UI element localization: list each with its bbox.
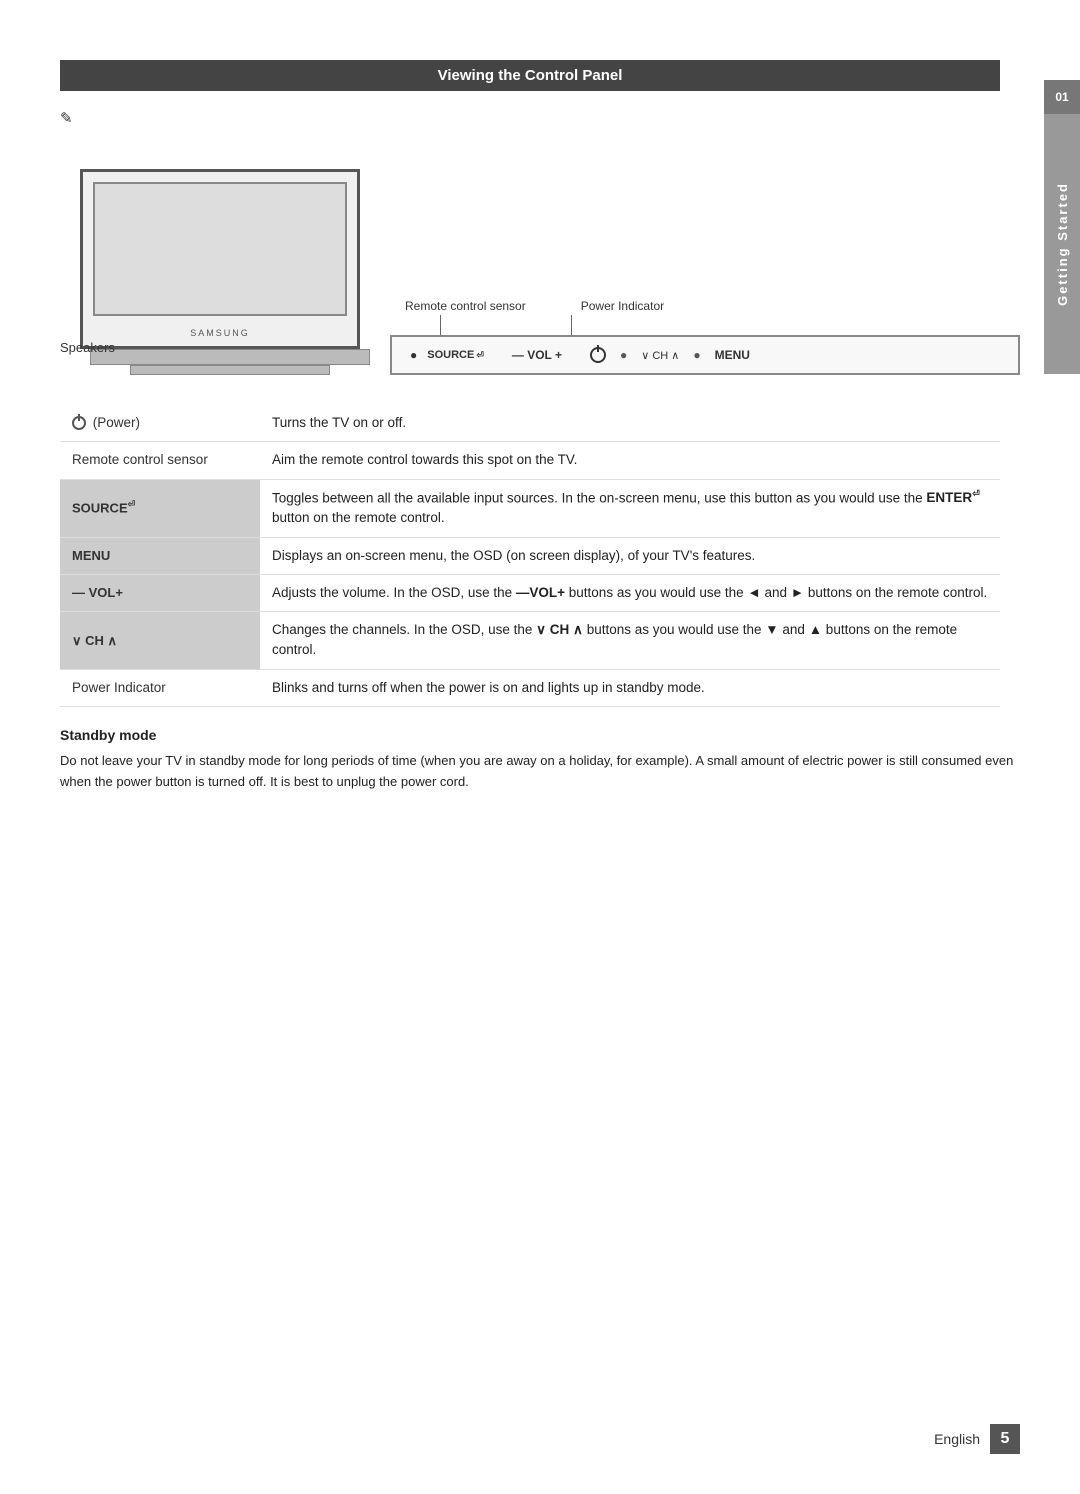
feature-name-vol: — VOL+ xyxy=(60,574,260,611)
tv-outer: SAMSUNG xyxy=(80,169,360,349)
table-row: MENU Displays an on-screen menu, the OSD… xyxy=(60,537,1000,574)
tv-brand: SAMSUNG xyxy=(190,328,250,338)
feature-name-ch: ∨ CH ∧ xyxy=(60,612,260,670)
power-button-icon xyxy=(590,347,606,363)
speakers-label: Speakers xyxy=(60,340,115,355)
vol-label: — VOL + xyxy=(512,348,562,362)
table-row: ∨ CH ∧ Changes the channels. In the OSD,… xyxy=(60,612,1000,670)
remote-control-sensor-label: Remote control sensor xyxy=(405,299,526,313)
table-row: Power Indicator Blinks and turns off whe… xyxy=(60,669,1000,706)
tv-screen xyxy=(93,182,347,316)
table-row: Remote control sensor Aim the remote con… xyxy=(60,442,1000,479)
footer-page-number: 5 xyxy=(990,1424,1020,1454)
bullet-source: ● xyxy=(410,348,417,362)
source-label: SOURCE⏎ xyxy=(427,349,484,361)
section-title-bar: Viewing the Control Panel xyxy=(60,60,1000,91)
tv-diagram-area: SAMSUNG Speakers Remote control sensor P… xyxy=(60,145,1020,375)
panel-sep-4: ● xyxy=(693,348,700,362)
feature-desc-vol: Adjusts the volume. In the OSD, use the … xyxy=(260,574,1000,611)
connector-line-2 xyxy=(571,315,572,335)
table-row: (Power) Turns the TV on or off. xyxy=(60,405,1000,442)
panel-label-row: Remote control sensor Power Indicator xyxy=(390,299,1020,313)
note-icon: ✎ xyxy=(60,109,73,127)
note-line: ✎ xyxy=(60,109,1020,127)
power-button-icon-line xyxy=(597,345,599,352)
tv-drawing: SAMSUNG Speakers xyxy=(60,169,380,375)
feature-name-rcs: Remote control sensor xyxy=(60,442,260,479)
standby-title: Standby mode xyxy=(60,727,1020,743)
ch-label: ∨ CH ∧ xyxy=(641,349,679,362)
feature-desc-pi: Blinks and turns off when the power is o… xyxy=(260,669,1000,706)
table-row: — VOL+ Adjusts the volume. In the OSD, u… xyxy=(60,574,1000,611)
speakers-connector-line xyxy=(120,346,170,347)
control-panel-visual: ● SOURCE⏎ — VOL + ● ∨ CH ∧ ● MENU xyxy=(390,335,1020,375)
page-container: Viewing the Control Panel ✎ SAMSUNG Spea… xyxy=(0,0,1080,1494)
feature-desc-source: Toggles between all the available input … xyxy=(260,479,1000,537)
power-indicator-label: Power Indicator xyxy=(581,299,664,313)
footer: English 5 xyxy=(934,1424,1020,1454)
feature-table: (Power) Turns the TV on or off. Remote c… xyxy=(60,405,1000,707)
feature-desc-ch: Changes the channels. In the OSD, use th… xyxy=(260,612,1000,670)
control-panel-section: Remote control sensor Power Indicator ● … xyxy=(390,299,1020,375)
standby-section: Standby mode Do not leave your TV in sta… xyxy=(60,727,1020,793)
feature-desc-rcs: Aim the remote control towards this spot… xyxy=(260,442,1000,479)
feature-desc-menu: Displays an on-screen menu, the OSD (on … xyxy=(260,537,1000,574)
connector-lines xyxy=(390,315,1020,335)
feature-name-pi: Power Indicator xyxy=(60,669,260,706)
section-title: Viewing the Control Panel xyxy=(438,67,623,84)
table-row: SOURCE⏎ Toggles between all the availabl… xyxy=(60,479,1000,537)
connector-line-1 xyxy=(440,315,441,335)
menu-label: MENU xyxy=(715,348,750,362)
standby-text: Do not leave your TV in standby mode for… xyxy=(60,751,1020,793)
feature-name-source: SOURCE⏎ xyxy=(60,479,260,537)
tv-stand xyxy=(130,365,330,375)
panel-sep-3: ● xyxy=(620,348,627,362)
feature-name-power: (Power) xyxy=(60,405,260,442)
tv-base-area xyxy=(80,349,380,375)
feature-name-menu: MENU xyxy=(60,537,260,574)
tv-control-strip xyxy=(90,349,370,365)
footer-language: English xyxy=(934,1431,980,1447)
feature-desc-power: Turns the TV on or off. xyxy=(260,405,1000,442)
